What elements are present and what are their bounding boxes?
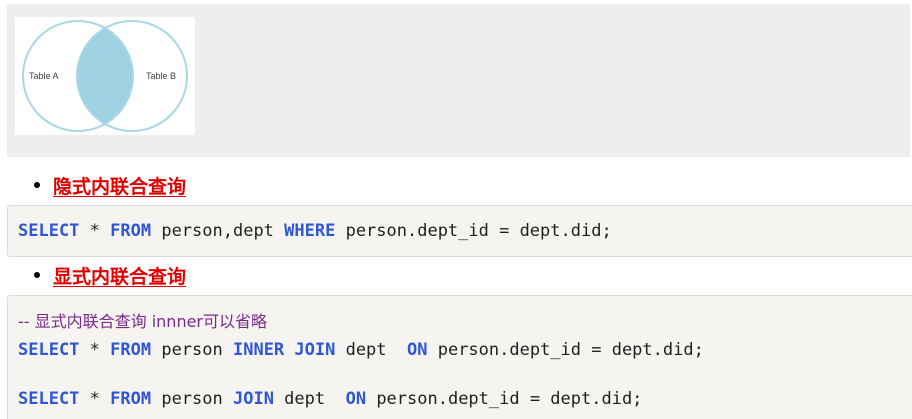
code-text: dept	[273, 389, 346, 409]
keyword-from: FROM	[110, 221, 152, 241]
code-text: person,dept	[151, 221, 285, 241]
code-text: person.dept_id = dept.did;	[335, 221, 612, 241]
venn-svg: Table A Table B	[22, 20, 188, 132]
code-text: person	[151, 340, 233, 360]
code-line: SELECT * FROM person,dept WHERE person.d…	[18, 221, 612, 241]
code-block-explicit-join: -- 显式内联合查询 innner可以省略 SELECT * FROM pers…	[7, 295, 912, 419]
code-text: person.dept_id = dept.did;	[366, 389, 643, 409]
code-text: person	[151, 389, 233, 409]
code-block-implicit-join: SELECT * FROM person,dept WHERE person.d…	[7, 205, 912, 257]
venn-label-table-b: Table B	[146, 71, 176, 81]
code-line: SELECT * FROM person JOIN dept ON person…	[18, 389, 642, 409]
keyword-on: ON	[407, 340, 428, 360]
explicit-join-heading-link[interactable]: 显式内联合查询	[53, 262, 186, 289]
keyword-inner-join: INNER JOIN	[232, 340, 336, 360]
venn-label-table-a: Table A	[29, 71, 59, 81]
keyword-select: SELECT	[18, 389, 80, 409]
keyword-where: WHERE	[284, 221, 336, 241]
list-item-implicit-join: 隐式内联合查询	[34, 172, 186, 198]
keyword-from: FROM	[110, 340, 152, 360]
venn-figure-panel: Table A Table B	[7, 4, 910, 157]
implicit-join-heading-link[interactable]: 隐式内联合查询	[53, 172, 186, 199]
code-text: *	[79, 389, 111, 409]
code-comment: -- 显式内联合查询 innner可以省略	[18, 312, 268, 331]
code-text: *	[79, 340, 111, 360]
list-item-explicit-join: 显式内联合查询	[34, 262, 186, 288]
bullet-icon	[34, 182, 40, 188]
keyword-select: SELECT	[18, 221, 80, 241]
code-line: SELECT * FROM person INNER JOIN dept ON …	[18, 340, 704, 360]
keyword-select: SELECT	[18, 340, 80, 360]
keyword-on: ON	[345, 389, 367, 409]
code-text: person.dept_id = dept.did;	[427, 340, 704, 360]
code-text: *	[79, 221, 111, 241]
inner-join-venn-diagram: Table A Table B	[15, 17, 195, 135]
code-text: dept	[335, 340, 407, 360]
keyword-join: JOIN	[232, 389, 274, 409]
bullet-icon	[34, 272, 40, 278]
keyword-from: FROM	[110, 389, 152, 409]
